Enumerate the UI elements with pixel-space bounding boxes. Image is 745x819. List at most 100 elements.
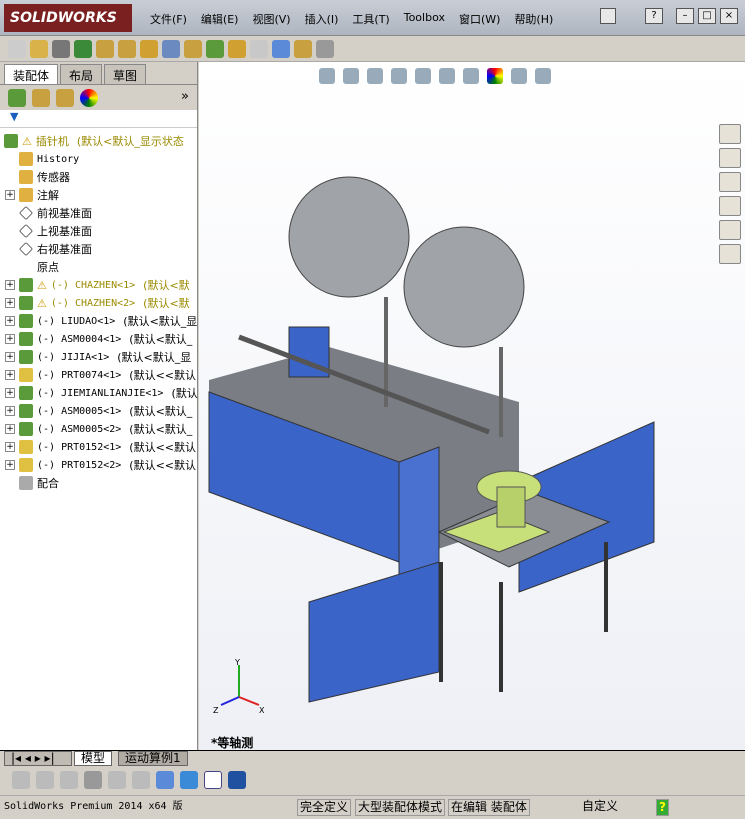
- toolbar-button[interactable]: [294, 40, 312, 58]
- feature-manager-icon[interactable]: [8, 89, 26, 107]
- toolbar-button[interactable]: [228, 40, 246, 58]
- toolbar-button[interactable]: [250, 40, 268, 58]
- tree-item-label: (-) JIEMIANLIANJIE<1>: [37, 387, 164, 399]
- appearances-icon[interactable]: [719, 220, 741, 240]
- toolbar-button[interactable]: [316, 40, 334, 58]
- tree-item[interactable]: + (-) PRT0074<1> (默认<<默认: [0, 366, 197, 384]
- expand-icon[interactable]: +: [5, 190, 15, 200]
- tree-item[interactable]: + ⚠ (-) CHAZHEN<2> (默认<默: [0, 294, 197, 312]
- configuration-manager-icon[interactable]: [56, 89, 74, 107]
- toolbar-button[interactable]: [118, 40, 136, 58]
- expand-icon[interactable]: +: [5, 298, 15, 308]
- tab-motion-study-1[interactable]: 运动算例1: [118, 751, 188, 766]
- menu-item[interactable]: 视图(V): [252, 11, 290, 27]
- list-icon[interactable]: [84, 771, 102, 789]
- tree-item-config: (默认<默认_: [129, 405, 193, 418]
- menu-item[interactable]: 工具(T): [352, 11, 389, 27]
- expand-icon[interactable]: +: [5, 352, 15, 362]
- expand-icon[interactable]: +: [5, 334, 15, 344]
- expand-icon[interactable]: +: [5, 460, 15, 470]
- toolbar-button[interactable]: [30, 40, 48, 58]
- menu-item[interactable]: Toolbox: [404, 11, 445, 27]
- tab-assembly[interactable]: 装配体: [4, 64, 59, 84]
- tree-item[interactable]: 传感器: [0, 168, 197, 186]
- close-button[interactable]: ×: [720, 8, 738, 24]
- tree-item[interactable]: ⚠ 插针机 (默认<默认_显示状态: [0, 132, 197, 150]
- minimize-button[interactable]: –: [676, 8, 694, 24]
- property-manager-icon[interactable]: [32, 89, 50, 107]
- restore-button[interactable]: □: [698, 8, 716, 24]
- tab-model[interactable]: 模型: [74, 751, 113, 766]
- tree-item[interactable]: + 注解: [0, 186, 197, 204]
- toolbar-button[interactable]: [96, 40, 114, 58]
- menu-item[interactable]: 帮助(H): [514, 11, 553, 27]
- tree-item-label: (-) ASM0005<1>: [37, 405, 122, 417]
- tree-item[interactable]: + (-) PRT0152<2> (默认<<默认: [0, 456, 197, 474]
- units-selector[interactable]: 自定义: [580, 799, 620, 816]
- expand-icon[interactable]: +: [5, 316, 15, 326]
- asm-icon: [19, 296, 33, 310]
- tree-item[interactable]: + (-) ASM0005<1> (默认<默认_: [0, 402, 197, 420]
- expand-icon[interactable]: +: [5, 388, 15, 398]
- tree-item[interactable]: + (-) ASM0005<2> (默认<默认_: [0, 420, 197, 438]
- tree-item[interactable]: + (-) PRT0152<1> (默认<<默认: [0, 438, 197, 456]
- view-palette-icon[interactable]: [719, 196, 741, 216]
- tree-item[interactable]: 原点: [0, 258, 197, 276]
- tree-item[interactable]: + ⚠ (-) CHAZHEN<1> (默认<默: [0, 276, 197, 294]
- menu-item[interactable]: 文件(F): [150, 11, 187, 27]
- toolbar-button[interactable]: [140, 40, 158, 58]
- triad-z-label: Z: [213, 706, 219, 715]
- tree-item[interactable]: 前视基准面: [0, 204, 197, 222]
- toolbar-button[interactable]: [272, 40, 290, 58]
- tree-item[interactable]: 上视基准面: [0, 222, 197, 240]
- tree-item[interactable]: + (-) JIEMIANLIANJIE<1> (默认: [0, 384, 197, 402]
- sketch-icon[interactable]: [156, 771, 174, 789]
- display-manager-icon[interactable]: [80, 89, 98, 107]
- expand-icon[interactable]: +: [5, 424, 15, 434]
- filter-icon[interactable]: ▼: [0, 110, 197, 128]
- machine-model: [208, 176, 655, 703]
- tab-sketch[interactable]: 草图: [104, 64, 147, 84]
- toolbar-icon[interactable]: [60, 771, 78, 789]
- file-explorer-icon[interactable]: [719, 172, 741, 192]
- table-view-icon[interactable]: [204, 771, 222, 789]
- 3d-view-icon[interactable]: [180, 771, 198, 789]
- help-icon[interactable]: ?: [656, 799, 669, 816]
- toolbar-button[interactable]: [162, 40, 180, 58]
- tree-item[interactable]: + (-) JIJIA<1> (默认<默认_显: [0, 348, 197, 366]
- graphics-viewport[interactable]: Y X Z *等轴测: [199, 62, 745, 750]
- tree-item[interactable]: + (-) ASM0004<1> (默认<默认_: [0, 330, 197, 348]
- expand-icon[interactable]: +: [5, 406, 15, 416]
- manager-icons: »: [0, 84, 197, 110]
- home-icon[interactable]: [719, 124, 741, 144]
- expand-chevron-icon[interactable]: »: [181, 89, 189, 106]
- expand-icon[interactable]: +: [5, 442, 15, 452]
- save-icon[interactable]: [228, 771, 246, 789]
- custom-properties-icon[interactable]: [719, 244, 741, 264]
- tab-layout[interactable]: 布局: [60, 64, 103, 84]
- toolbar-icon[interactable]: [12, 771, 30, 789]
- tree-item[interactable]: History: [0, 150, 197, 168]
- design-library-icon[interactable]: [719, 148, 741, 168]
- toolbar-button[interactable]: [74, 40, 92, 58]
- menu-item[interactable]: 窗口(W): [459, 11, 500, 27]
- tree-item[interactable]: 配合: [0, 474, 197, 492]
- toolbar-icon[interactable]: [132, 771, 150, 789]
- help-icon[interactable]: ?: [645, 8, 663, 24]
- table-icon[interactable]: [108, 771, 126, 789]
- tab-scroll-arrows[interactable]: |◂ ◂ ▸ ▸|: [4, 751, 72, 766]
- toolbar-button[interactable]: [184, 40, 202, 58]
- menu-item[interactable]: 编辑(E): [201, 11, 239, 27]
- menu-item[interactable]: 插入(I): [305, 11, 339, 27]
- toolbar-icon[interactable]: [36, 771, 54, 789]
- reel-right: [403, 226, 525, 348]
- tree-item[interactable]: + (-) LIUDAO<1> (默认<默认_显: [0, 312, 197, 330]
- toolbar-button[interactable]: [52, 40, 70, 58]
- expand-icon[interactable]: +: [5, 370, 15, 380]
- tree-item[interactable]: 右视基准面: [0, 240, 197, 258]
- toolbar-button[interactable]: [206, 40, 224, 58]
- toolbar-button[interactable]: [8, 40, 26, 58]
- tree-item-config: (默认<默认_显示状态: [76, 135, 184, 148]
- expand-icon[interactable]: +: [5, 280, 15, 290]
- new-document-button[interactable]: [600, 8, 616, 24]
